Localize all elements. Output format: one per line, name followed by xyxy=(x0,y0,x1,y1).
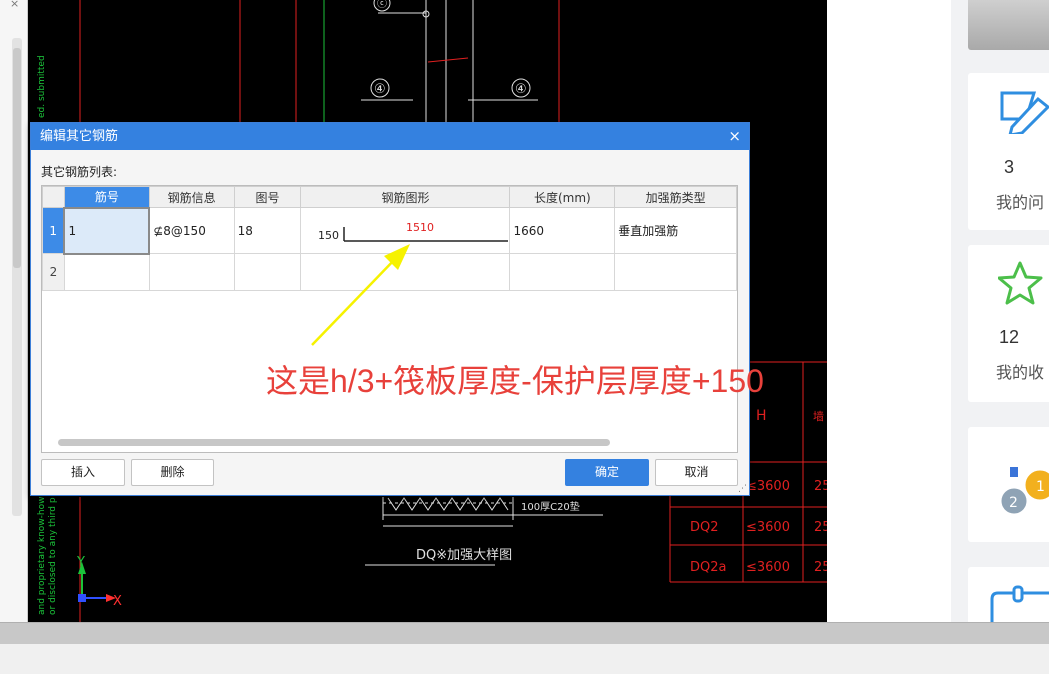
cad-table-cell: DQ2 xyxy=(690,520,719,535)
cancel-button[interactable]: 取消 xyxy=(655,459,738,486)
column-header[interactable]: 加强筋类型 xyxy=(614,186,737,208)
figure-no-cell[interactable]: 18 xyxy=(233,207,302,254)
cad-table-cell: ≤3600 xyxy=(746,520,790,535)
close-icon[interactable]: × xyxy=(10,0,19,10)
left-panel: × xyxy=(0,0,28,622)
list-label: 其它钢筋列表: xyxy=(41,165,118,179)
annotation-arrow xyxy=(311,244,410,346)
dialog-titlebar[interactable]: 编辑其它钢筋 × xyxy=(31,123,749,150)
column-header[interactable]: 钢筋图形 xyxy=(300,186,511,208)
row-header[interactable]: 2 xyxy=(42,253,65,291)
side-text: and proprietary know-how c xyxy=(37,489,47,615)
cad-table-cell: DQ2a xyxy=(690,560,726,575)
axis-marker: ④ xyxy=(374,82,386,97)
grid-header-row: 筋号 钢筋信息 图号 钢筋图形 长度(mm) 加强筋类型 xyxy=(42,186,737,208)
x-axis-label: X xyxy=(113,594,122,609)
rebar-type-cell[interactable] xyxy=(614,253,737,291)
my-favorites-card[interactable]: 12 我的收 xyxy=(968,245,1049,402)
column-header[interactable]: 钢筋信息 xyxy=(148,186,235,208)
medal-card[interactable]: 2 1 xyxy=(968,427,1049,542)
rebar-info-cell[interactable] xyxy=(148,253,235,291)
my-questions-count: 3 xyxy=(1003,157,1014,177)
my-favorites-count: 12 xyxy=(998,327,1020,347)
left-scroll-thumb[interactable] xyxy=(13,48,21,268)
grid-horizontal-scrollbar[interactable] xyxy=(58,439,610,446)
cad-table-cell: 25 xyxy=(814,520,827,535)
cad-table-cell: ≤3600 xyxy=(746,479,790,494)
insert-button[interactable]: 插入 xyxy=(41,459,125,486)
column-header[interactable]: 长度(mm) xyxy=(509,186,616,208)
cad-table-cell: ≤3600 xyxy=(746,560,790,575)
axis-marker: ④ xyxy=(515,82,527,97)
annotation-text: 这是h/3+筏板厚度-保护层厚度+150 xyxy=(266,363,764,399)
grid-corner[interactable] xyxy=(42,186,65,208)
star-icon xyxy=(998,261,1043,305)
my-questions-card[interactable]: 3 我的问 xyxy=(968,73,1049,230)
side-text: ed. submitted xyxy=(37,55,47,118)
bar-no-cell[interactable]: 1 xyxy=(63,206,151,255)
left-scrollbar[interactable] xyxy=(12,38,22,516)
cad-table-header: 墙 xyxy=(813,409,824,423)
svg-text:1: 1 xyxy=(1036,479,1045,495)
cad-table-cell: 25 xyxy=(814,479,827,494)
my-favorites-label: 我的收 xyxy=(996,365,1045,382)
axis-marker: ⓒ xyxy=(377,0,387,10)
delete-button[interactable]: 删除 xyxy=(131,459,214,486)
rebar-info-cell[interactable]: ⊈8@150 xyxy=(148,207,235,254)
right-sidebar: 3 我的问 12 我的收 2 1 xyxy=(951,0,1049,627)
close-icon[interactable]: × xyxy=(728,123,741,150)
column-header[interactable]: 图号 xyxy=(233,186,302,208)
figure-no-cell[interactable] xyxy=(233,253,302,291)
status-bar xyxy=(0,622,1049,644)
medal-icon: 2 1 xyxy=(998,467,1049,517)
svg-text:2: 2 xyxy=(1009,495,1018,511)
detail-label: DQ※加强大样图 xyxy=(416,548,512,563)
bar-no-cell[interactable] xyxy=(63,253,150,291)
length-cell[interactable] xyxy=(509,253,616,291)
rebar-type-cell[interactable]: 垂直加强筋 xyxy=(614,207,737,254)
banner-image[interactable] xyxy=(968,0,1049,50)
cad-table-cell: 25 xyxy=(814,560,827,575)
my-questions-label: 我的问 xyxy=(996,195,1045,212)
row-header[interactable]: 1 xyxy=(42,207,65,254)
side-text: or disclosed to any third p xyxy=(48,497,58,615)
cad-table-header: H xyxy=(756,408,767,424)
resize-grip-icon[interactable]: ⋰ xyxy=(738,484,747,494)
dialog-title: 编辑其它钢筋 xyxy=(40,129,119,144)
footer-bar xyxy=(0,644,1049,674)
edit-note-icon xyxy=(1000,91,1049,134)
ok-button[interactable]: 确定 xyxy=(565,459,649,486)
calendar-card[interactable] xyxy=(968,567,1049,627)
right-panel: 3 我的问 12 我的收 2 1 xyxy=(827,0,1049,627)
calendar-icon xyxy=(990,585,1049,625)
y-axis-label: Y xyxy=(76,555,85,570)
length-cell[interactable]: 1660 xyxy=(509,207,616,254)
note-text: 100厚C20垫 xyxy=(521,500,580,513)
column-header[interactable]: 筋号 xyxy=(63,186,150,208)
